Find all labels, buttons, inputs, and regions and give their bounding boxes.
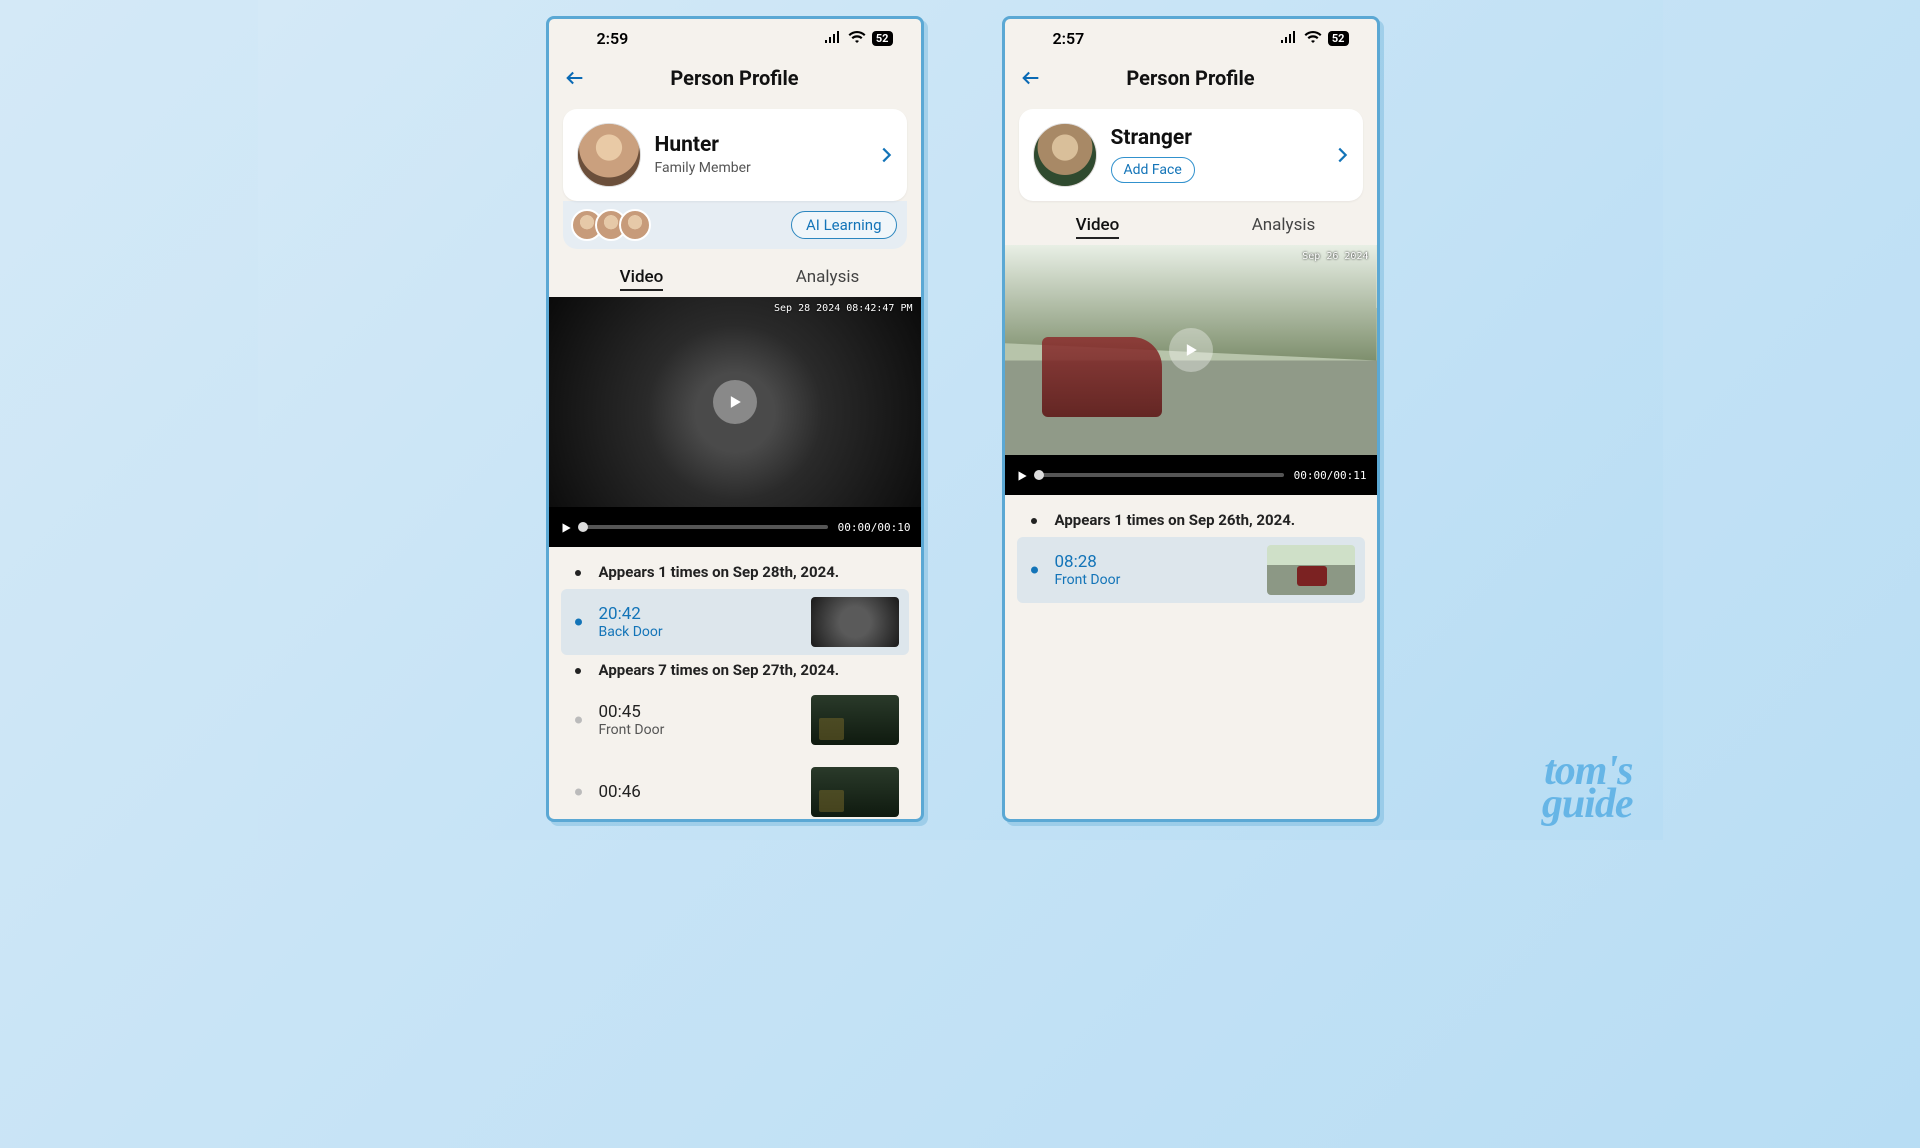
back-button[interactable] bbox=[561, 64, 589, 92]
scrub-handle[interactable] bbox=[578, 522, 588, 532]
status-time: 2:57 bbox=[1053, 29, 1085, 48]
tab-analysis-label: Analysis bbox=[796, 267, 860, 287]
nav-title: Person Profile bbox=[549, 66, 921, 90]
video-timestamp: Sep 28 2024 08:42:47 PM bbox=[774, 303, 912, 314]
avatar bbox=[1033, 123, 1097, 187]
mini-avatar bbox=[619, 209, 651, 241]
timeline-location: Back Door bbox=[599, 624, 801, 640]
timeline-time: 00:45 bbox=[599, 702, 801, 722]
chevron-right-icon bbox=[875, 144, 897, 166]
timeline-thumbnail bbox=[811, 695, 899, 745]
scrub-bar[interactable] bbox=[1039, 473, 1284, 477]
player-time: 00:00/00:10 bbox=[838, 521, 911, 534]
avatar bbox=[577, 123, 641, 187]
battery-icon: 52 bbox=[872, 31, 893, 46]
tab-analysis[interactable]: Analysis bbox=[1191, 207, 1377, 245]
status-bar: 2:59 52 bbox=[549, 19, 921, 57]
signal-icon bbox=[824, 29, 842, 48]
timeline-time: 20:42 bbox=[599, 604, 801, 624]
status-time: 2:59 bbox=[597, 29, 629, 48]
timeline-group-title: Appears 7 times on Sep 27th, 2024. bbox=[599, 661, 909, 679]
nav-bar: Person Profile bbox=[549, 57, 921, 99]
tab-analysis-label: Analysis bbox=[1252, 215, 1316, 235]
back-button[interactable] bbox=[1017, 64, 1045, 92]
add-face-button[interactable]: Add Face bbox=[1111, 157, 1195, 183]
profile-card[interactable]: Stranger Add Face bbox=[1019, 109, 1363, 201]
player-bar: 00:00/00:10 bbox=[549, 507, 921, 547]
play-button[interactable] bbox=[713, 380, 757, 424]
tab-analysis[interactable]: Analysis bbox=[735, 259, 921, 297]
player-bar: 00:00/00:11 bbox=[1005, 455, 1377, 495]
video-timestamp: Sep 26 2024 bbox=[1302, 251, 1368, 262]
profile-name: Hunter bbox=[655, 134, 893, 157]
nav-bar: Person Profile bbox=[1005, 57, 1377, 99]
play-button[interactable] bbox=[1169, 328, 1213, 372]
tabs: Video Analysis bbox=[549, 259, 921, 297]
timeline-location: Front Door bbox=[599, 722, 801, 738]
phone-screen-right: 2:57 52 Person Profile Stranger Add Face… bbox=[1002, 16, 1380, 822]
timeline[interactable]: Appears 1 times on Sep 26th, 2024. 08:28… bbox=[1005, 495, 1377, 609]
timeline-time: 00:46 bbox=[599, 782, 801, 802]
play-small-button[interactable] bbox=[559, 520, 573, 534]
profile-name: Stranger bbox=[1111, 127, 1349, 150]
battery-icon: 52 bbox=[1328, 31, 1349, 46]
timeline-item[interactable]: 00:46 bbox=[561, 759, 909, 822]
phone-screen-left: 2:59 52 Person Profile Hunter Family Mem… bbox=[546, 16, 924, 822]
mini-avatars bbox=[571, 209, 651, 241]
timeline-item[interactable]: 08:28 Front Door bbox=[1017, 537, 1365, 603]
ai-learning-badge[interactable]: AI Learning bbox=[791, 211, 897, 239]
scrub-bar[interactable] bbox=[583, 525, 828, 529]
profile-subtitle: Family Member bbox=[655, 160, 893, 176]
timeline-thumbnail bbox=[811, 767, 899, 817]
timeline-thumbnail bbox=[1267, 545, 1355, 595]
signal-icon bbox=[1280, 29, 1298, 48]
tab-video[interactable]: Video bbox=[549, 259, 735, 297]
timeline-time: 08:28 bbox=[1055, 552, 1257, 572]
timeline-item[interactable]: 00:45 Front Door bbox=[561, 687, 909, 753]
ai-learning-row: AI Learning bbox=[563, 201, 907, 249]
play-small-button[interactable] bbox=[1015, 468, 1029, 482]
tab-video[interactable]: Video bbox=[1005, 207, 1191, 245]
video-preview[interactable]: Sep 28 2024 08:42:47 PM bbox=[549, 297, 921, 507]
tab-video-label: Video bbox=[1076, 215, 1120, 239]
timeline-item[interactable]: 20:42 Back Door bbox=[561, 589, 909, 655]
timeline[interactable]: Appears 1 times on Sep 28th, 2024. 20:42… bbox=[549, 547, 921, 822]
timeline-thumbnail bbox=[811, 597, 899, 647]
chevron-right-icon bbox=[1331, 144, 1353, 166]
video-preview[interactable]: Sep 26 2024 bbox=[1005, 245, 1377, 455]
wifi-icon bbox=[848, 29, 866, 48]
scrub-handle[interactable] bbox=[1034, 470, 1044, 480]
wifi-icon bbox=[1304, 29, 1322, 48]
player-time: 00:00/00:11 bbox=[1294, 469, 1367, 482]
watermark: tom's guide bbox=[1502, 755, 1633, 822]
timeline-group-title: Appears 1 times on Sep 26th, 2024. bbox=[1055, 511, 1365, 529]
profile-card[interactable]: Hunter Family Member bbox=[563, 109, 907, 201]
tabs: Video Analysis bbox=[1005, 207, 1377, 245]
tab-video-label: Video bbox=[620, 267, 664, 291]
timeline-location: Front Door bbox=[1055, 572, 1257, 588]
status-bar: 2:57 52 bbox=[1005, 19, 1377, 57]
timeline-group-title: Appears 1 times on Sep 28th, 2024. bbox=[599, 563, 909, 581]
nav-title: Person Profile bbox=[1005, 66, 1377, 90]
